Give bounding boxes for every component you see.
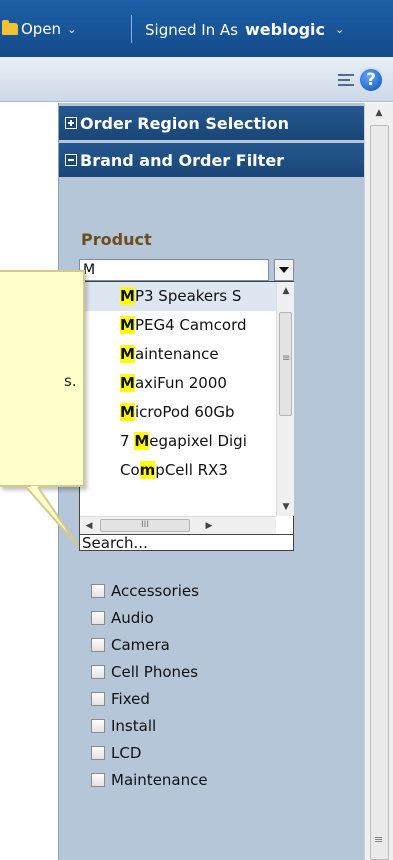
accordion-title: Order Region Selection xyxy=(80,113,290,133)
filter-panel: Order Region Selection Brand and Order F… xyxy=(58,103,365,860)
scroll-thumb[interactable] xyxy=(370,125,389,860)
chevron-down-icon: ⌄ xyxy=(67,22,77,36)
open-label: Open xyxy=(21,20,62,38)
list-item[interactable]: MicroPod 60Gb xyxy=(80,398,276,427)
product-label: Product xyxy=(81,230,152,249)
list-menu-icon[interactable] xyxy=(338,74,354,87)
checkbox[interactable] xyxy=(91,772,105,787)
signed-in-prefix: Signed In As xyxy=(145,20,239,39)
checkbox-row[interactable]: LCD xyxy=(91,739,331,766)
checkbox[interactable] xyxy=(91,664,105,679)
checkbox-row[interactable]: Fixed xyxy=(91,685,331,712)
list-item[interactable]: CompCell RX3 xyxy=(80,456,276,485)
checkbox-row[interactable]: Accessories xyxy=(91,577,331,604)
accordion-title: Brand and Order Filter xyxy=(80,150,285,170)
scroll-up-icon[interactable]: ▲ xyxy=(365,103,393,123)
expand-icon xyxy=(65,117,77,129)
accordion-order-region[interactable]: Order Region Selection xyxy=(59,106,365,140)
callout-text: s. xyxy=(64,372,77,390)
collapse-icon xyxy=(65,154,77,166)
separator xyxy=(131,15,132,43)
scroll-up-icon[interactable]: ▲ xyxy=(277,282,295,300)
checkbox-row[interactable]: Cell Phones xyxy=(91,658,331,685)
checkbox[interactable] xyxy=(91,610,105,625)
help-icon[interactable]: ? xyxy=(358,67,384,93)
toolbar: ? xyxy=(0,57,393,102)
checkbox[interactable] xyxy=(91,637,105,652)
horizontal-scroll-thumb[interactable]: III xyxy=(100,519,190,532)
list-item[interactable]: 7 Megapixel Digi xyxy=(80,427,276,456)
callout-tail xyxy=(0,470,79,547)
suggestion-vertical-scrollbar[interactable]: ▲ ▼ xyxy=(276,282,294,516)
checkbox[interactable] xyxy=(91,583,105,598)
signed-in-menu[interactable]: Signed In As weblogic ⌄ xyxy=(145,20,344,39)
scroll-down-icon[interactable]: ▼ xyxy=(277,498,295,516)
username: weblogic xyxy=(245,20,325,39)
open-menu[interactable]: Open ⌄ xyxy=(2,20,76,38)
suggestion-horizontal-scrollbar[interactable]: ◀ III ▶ xyxy=(80,516,276,534)
scroll-right-icon[interactable]: ▶ xyxy=(200,517,218,535)
checkbox-row[interactable]: Audio xyxy=(91,604,331,631)
folder-icon xyxy=(2,20,18,35)
list-item[interactable]: MaxiFun 2000 xyxy=(80,369,276,398)
checkbox-row[interactable]: Install xyxy=(91,712,331,739)
list-item[interactable]: MPEG4 Camcord xyxy=(80,311,276,340)
product-dropdown-button[interactable] xyxy=(274,259,294,281)
accordion-brand-order-filter[interactable]: Brand and Order Filter xyxy=(59,143,365,177)
top-bar: Open ⌄ Signed In As weblogic ⌄ xyxy=(0,0,393,57)
grip-icon: ≡ xyxy=(374,833,384,846)
search-link[interactable]: Search... xyxy=(80,534,293,552)
checkbox[interactable] xyxy=(91,718,105,733)
product-suggestions: MP3 Speakers S MPEG4 Camcord Maintenance… xyxy=(79,281,294,552)
chevron-down-icon: ⌄ xyxy=(335,23,345,36)
type-checkbox-list: Accessories Audio Camera Cell Phones Fix… xyxy=(91,577,331,860)
checkbox[interactable] xyxy=(91,745,105,760)
panel-scrollbar[interactable]: ▲ ≡ xyxy=(364,103,393,860)
checkbox-row[interactable]: Camera xyxy=(91,631,331,658)
checkbox-row[interactable]: Maintenance xyxy=(91,766,331,793)
list-item[interactable]: Maintenance xyxy=(80,340,276,369)
suggestion-list: MP3 Speakers S MPEG4 Camcord Maintenance… xyxy=(80,282,276,516)
product-input[interactable]: M xyxy=(79,259,269,281)
checkbox[interactable] xyxy=(91,691,105,706)
scroll-thumb[interactable] xyxy=(279,312,292,416)
list-item[interactable]: MP3 Speakers S xyxy=(80,282,276,311)
